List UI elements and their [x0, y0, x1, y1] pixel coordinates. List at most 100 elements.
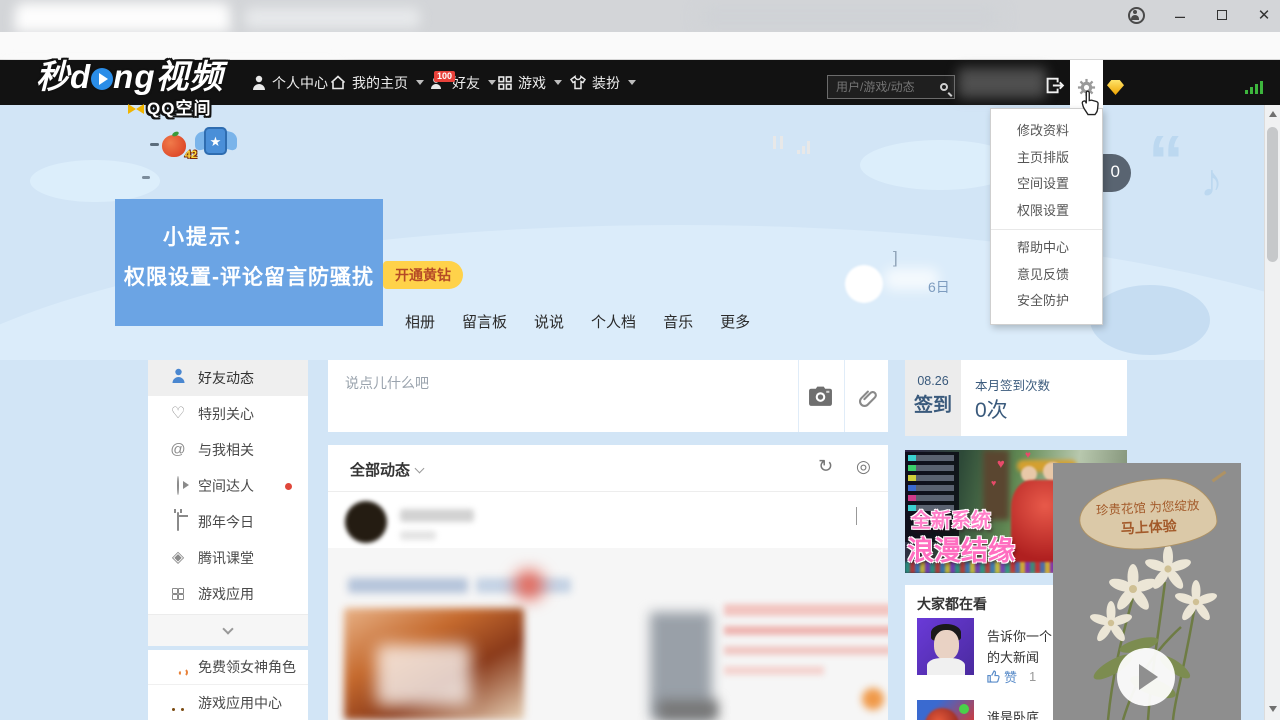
fruit-level-badge[interactable]: 42 — [162, 132, 190, 158]
promo-game-app-center[interactable]: 游戏应用中心 — [148, 686, 308, 720]
mouse-cursor-hand — [1080, 90, 1100, 121]
nav-decorate[interactable]: 装扮 — [570, 60, 636, 105]
apple-icon — [162, 135, 186, 157]
tab-message-board[interactable]: 留言板 — [462, 311, 507, 332]
nav-label: 装扮 — [592, 73, 620, 93]
blurred-tab[interactable] — [15, 3, 230, 32]
menu-item-security[interactable]: 安全防护 — [991, 288, 1102, 315]
sidebar-item-that-year-today[interactable]: 那年今日 — [148, 504, 308, 540]
scroll-up-arrow[interactable] — [1269, 111, 1277, 117]
tab-personal-file[interactable]: 个人档 — [591, 311, 636, 332]
browser-profile-button[interactable] — [1128, 7, 1145, 24]
blurred-red-line — [724, 626, 888, 635]
watermark-sub: QQ空间 — [147, 99, 211, 118]
minimize-button[interactable]: – — [1165, 5, 1195, 27]
nav-personal-center[interactable]: 个人中心 — [252, 60, 328, 105]
video-play-button[interactable] — [1117, 648, 1175, 706]
game-ad-line2: 浪漫结缘 — [907, 529, 1015, 568]
browser-scrollbar[interactable] — [1264, 105, 1280, 720]
watching-item-text[interactable]: 的大新闻 — [987, 647, 1039, 666]
menu-item-home-layout[interactable]: 主页排版 — [991, 145, 1102, 172]
sidebar-item-special-care[interactable]: ♡特别关心 — [148, 396, 308, 432]
restore-button[interactable] — [1217, 10, 1227, 20]
menu-item-permission-settings[interactable]: 权限设置 — [991, 198, 1102, 225]
watermark-text: ng视频 — [113, 58, 223, 95]
nav-label: 游戏 — [518, 73, 546, 93]
date-fragment: 6日 — [928, 277, 950, 297]
refresh-button[interactable]: ↻ — [818, 456, 833, 477]
nav-games[interactable]: 游戏 — [498, 60, 562, 105]
chevron-down-icon — [628, 80, 636, 85]
scroll-down-arrow[interactable] — [1269, 706, 1277, 712]
sidebar-item-space-talent[interactable]: 空间达人 — [148, 468, 308, 504]
checkin-button[interactable]: 08.26 签到 — [905, 360, 961, 436]
like-label: 赞 — [1004, 667, 1017, 686]
tab-music[interactable]: 音乐 — [663, 311, 693, 332]
logout-button[interactable] — [1046, 77, 1065, 99]
blurred-link-text — [348, 578, 468, 593]
watching-title: 大家都在看 — [917, 594, 987, 614]
scrollbar-thumb[interactable] — [1267, 127, 1278, 262]
cloud-shape — [30, 160, 160, 202]
play-icon — [1139, 664, 1158, 690]
attach-photo-button[interactable] — [808, 386, 833, 412]
nav-search-box[interactable] — [827, 75, 955, 99]
sidebar-collapse-button[interactable] — [148, 614, 308, 646]
promo-free-goddess-role[interactable]: 免费领女神角色 — [148, 650, 308, 685]
post-menu-button[interactable] — [856, 507, 857, 525]
sidebar-item-tencent-classroom[interactable]: ◈腾讯课堂 — [148, 540, 308, 576]
sidebar-item-friend-feeds[interactable]: 好友动态 — [148, 360, 308, 396]
blurred-dash — [150, 143, 159, 146]
home-icon — [330, 75, 346, 90]
heart-deco: ♥ — [997, 456, 1005, 471]
winged-star-badge[interactable]: ★ — [196, 126, 236, 162]
nav-my-home[interactable]: 我的主页 — [330, 60, 424, 105]
search-icon — [940, 83, 948, 91]
tab-albums[interactable]: 相册 — [405, 311, 435, 332]
chevron-down-icon — [415, 463, 425, 473]
feed-settings-button[interactable]: ◎ — [856, 457, 871, 477]
close-button[interactable]: ✕ — [1249, 5, 1279, 27]
sidebar-label: 与我相关 — [198, 440, 254, 460]
video-watermark: 秒dng视频 QQ空间 — [36, 50, 224, 119]
watermark-text: 秒d — [36, 58, 91, 95]
refresh-icon: ↻ — [818, 456, 833, 476]
red-dot-badge — [285, 483, 292, 490]
sidebar-item-related-to-me[interactable]: @ 与我相关 — [148, 432, 308, 468]
browser-tab-strip: – ✕ — [0, 0, 1280, 32]
blurred-red-line — [724, 666, 824, 675]
blurred-post-avatar[interactable] — [345, 501, 387, 543]
minimize-icon: – — [1175, 6, 1185, 26]
menu-item-space-settings[interactable]: 空间设置 — [991, 171, 1102, 198]
menu-item-edit-profile[interactable]: 修改资料 — [991, 118, 1102, 145]
sidebar-label: 特别关心 — [198, 404, 254, 424]
sidebar-label: 游戏应用 — [198, 584, 254, 604]
menu-item-feedback[interactable]: 意见反馈 — [991, 262, 1102, 289]
menu-item-help-center[interactable]: 帮助中心 — [991, 235, 1102, 262]
sidebar-item-game-apps[interactable]: 游戏应用 — [148, 576, 308, 612]
watching-item-text[interactable]: 告诉你一个 — [987, 626, 1052, 645]
star-badge-icon: ★ — [204, 127, 227, 155]
flower-video-ad[interactable]: 珍贵花馆 为您绽放 马上体验 — [1053, 463, 1241, 720]
search-input[interactable] — [834, 79, 940, 95]
watching-thumb-2[interactable] — [917, 700, 974, 720]
composer-placeholder[interactable]: 说点儿什么吧 — [345, 373, 429, 393]
watching-thumb-1[interactable] — [917, 618, 974, 675]
feed-filter[interactable]: 全部动态 — [350, 459, 423, 480]
blurred-tab[interactable] — [245, 8, 420, 28]
tip-text: 权限设置-评论留言防骚扰 — [115, 261, 383, 291]
tab-more[interactable]: 更多 — [720, 311, 750, 332]
checkin-stat-value: 0次 — [975, 394, 1008, 424]
at-icon: @ — [168, 442, 188, 458]
attach-link-button[interactable] — [856, 386, 877, 412]
signal-bars-icon[interactable] — [1244, 76, 1264, 94]
heart-deco: ♥ — [991, 478, 996, 488]
watching-item-text[interactable]: 谁是卧底.. — [987, 707, 1046, 720]
logout-icon — [1046, 77, 1065, 94]
tab-shuoshuo[interactable]: 说说 — [534, 311, 564, 332]
nav-friends[interactable]: 好友 — [430, 60, 496, 105]
like-row[interactable]: 赞 1 — [987, 667, 1036, 686]
open-yellow-diamond-button[interactable]: 开通黄钻 — [383, 261, 463, 289]
promo-label: 免费领女神角色 — [198, 657, 296, 677]
yellow-diamond-button[interactable] — [1107, 80, 1124, 95]
